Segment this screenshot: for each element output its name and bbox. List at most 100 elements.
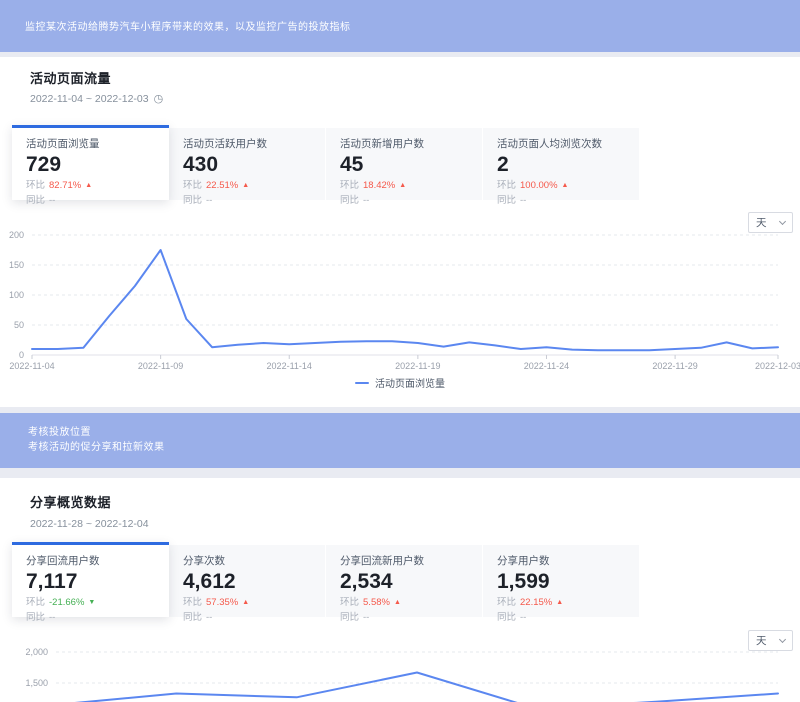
- mom-label: 环比: [26, 179, 45, 192]
- arrow-down-icon: ▼: [88, 599, 95, 606]
- yoy-label: 同比: [497, 611, 516, 624]
- banner-line1: 考核投放位置: [28, 425, 800, 440]
- mom-value: 82.71%: [49, 179, 81, 192]
- mom-label: 环比: [183, 596, 202, 609]
- arrow-up-icon: ▲: [562, 182, 569, 189]
- legend-line-icon: [355, 382, 369, 384]
- yoy-value: --: [363, 611, 369, 624]
- share-return-users-line-chart[interactable]: 05001,0001,5002,0002022-11-282022-11-292…: [0, 645, 800, 702]
- mom-value: 18.42%: [363, 179, 395, 192]
- svg-text:150: 150: [9, 260, 24, 270]
- mom-row: 环比 82.71% ▲: [26, 179, 155, 192]
- mom-row: 环比 100.00% ▲: [497, 179, 625, 192]
- page-title-activity-traffic: 活动页面流量: [30, 68, 111, 87]
- card-value: 1,599: [497, 570, 625, 594]
- mom-label: 环比: [497, 179, 516, 192]
- dashboard-page: 监控某次活动给腾势汽车小程序带来的效果，以及监控广告的投放指标 活动页面流量 2…: [0, 0, 800, 702]
- yoy-value: --: [49, 611, 55, 624]
- card-label: 活动页活跃用户数: [183, 136, 311, 151]
- svg-text:2022-11-19: 2022-11-19: [395, 361, 440, 371]
- card-value: 7,117: [26, 570, 155, 594]
- chart-legend[interactable]: 活动页面浏览量: [0, 375, 800, 390]
- svg-text:2022-11-04: 2022-11-04: [9, 361, 54, 371]
- date-range-text: 2022-11-28 ~ 2022-12-04: [30, 518, 149, 530]
- info-banner-top: 监控某次活动给腾势汽车小程序带来的效果，以及监控广告的投放指标: [0, 0, 800, 52]
- mom-row: 环比-21.66%▼: [26, 596, 155, 609]
- card-value: 729: [26, 153, 155, 177]
- metric-card[interactable]: 活动页面浏览量729环比82.71%▲同比--: [12, 125, 169, 200]
- mom-row: 环比22.51%▲: [183, 179, 311, 192]
- card-value: 2,534: [340, 570, 468, 594]
- svg-text:2022-11-14: 2022-11-14: [267, 361, 312, 371]
- banner-line2: 考核活动的促分享和拉新效果: [28, 440, 800, 455]
- metric-card[interactable]: 活动页新增用户数45环比18.42%▲同比--: [326, 128, 483, 200]
- svg-text:2022-11-09: 2022-11-09: [138, 361, 183, 371]
- date-range-row: 2022-11-28 ~ 2022-12-04: [30, 518, 149, 530]
- mom-row: 环比 5.58% ▲: [340, 596, 468, 609]
- banner-text: 监控某次活动给腾势汽车小程序带来的效果，以及监控广告的投放指标: [25, 18, 800, 33]
- card-label: 分享用户数: [497, 553, 625, 568]
- page-title-share-overview: 分享概览数据: [30, 492, 111, 511]
- arrow-up-icon: ▲: [394, 599, 401, 606]
- mom-row: 环比18.42%▲: [340, 179, 468, 192]
- yoy-label: 同比: [340, 194, 359, 207]
- mom-label: 环比: [26, 596, 45, 609]
- metric-card[interactable]: 分享次数4,612环比57.35%▲同比--: [169, 545, 326, 617]
- yoy-value: --: [520, 611, 526, 624]
- chevron-down-icon: [779, 635, 786, 642]
- arrow-up-icon: ▲: [242, 182, 249, 189]
- chevron-down-icon: [779, 217, 786, 224]
- yoy-label: 同比: [183, 611, 202, 624]
- mom-row: 环比 57.35% ▲: [183, 596, 311, 609]
- date-range-row: 2022-11-04 ~ 2022-12-03 ◷: [30, 93, 163, 105]
- card-value: 45: [340, 153, 468, 177]
- share-overview-panel: 分享概览数据 2022-11-28 ~ 2022-12-04 分享回流用户数 7,…: [0, 478, 800, 702]
- arrow-up-icon: ▲: [85, 182, 92, 189]
- yoy-row: 同比--: [497, 194, 625, 207]
- metric-card[interactable]: 活动页活跃用户数430环比22.51%▲同比--: [169, 128, 326, 200]
- info-banner-middle: 考核投放位置 考核活动的促分享和拉新效果: [0, 413, 800, 468]
- svg-text:100: 100: [9, 290, 24, 300]
- card-label: 分享回流新用户数: [340, 553, 468, 568]
- card-label: 分享回流用户数: [26, 553, 155, 568]
- metric-card[interactable]: 分享回流用户数7,117环比-21.66%▼同比--: [12, 542, 169, 617]
- yoy-row: 同比--: [183, 611, 311, 624]
- card-label: 分享次数: [183, 553, 311, 568]
- yoy-row: 同比--: [340, 611, 468, 624]
- mom-value: 100.00%: [520, 179, 558, 192]
- activity-traffic-panel: 活动页面流量 2022-11-04 ~ 2022-12-03 ◷ 活动页面浏览量…: [0, 57, 800, 407]
- mom-value: 57.35%: [206, 596, 238, 609]
- date-range-text: 2022-11-04 ~ 2022-12-03: [30, 93, 149, 105]
- legend-label: 活动页面浏览量: [375, 375, 445, 390]
- svg-text:0: 0: [19, 350, 24, 360]
- yoy-value: --: [49, 194, 55, 207]
- mom-label: 环比: [340, 596, 359, 609]
- arrow-up-icon: ▲: [242, 599, 249, 606]
- arrow-up-icon: ▲: [399, 182, 406, 189]
- yoy-label: 同比: [183, 194, 202, 207]
- yoy-value: --: [520, 194, 526, 207]
- clock-icon: ◷: [154, 94, 164, 105]
- mom-value: 22.51%: [206, 179, 238, 192]
- arrow-up-icon: ▲: [556, 599, 563, 606]
- mom-value: 5.58%: [363, 596, 390, 609]
- metric-card[interactable]: 分享用户数1,599环比22.15%▲同比--: [483, 545, 640, 617]
- yoy-row: 同比 --: [26, 194, 155, 207]
- svg-text:200: 200: [9, 230, 24, 240]
- mom-value: 22.15%: [520, 596, 552, 609]
- svg-text:50: 50: [14, 320, 24, 330]
- yoy-value: --: [363, 194, 369, 207]
- card-value: 2: [497, 153, 625, 177]
- svg-text:2022-11-24: 2022-11-24: [524, 361, 569, 371]
- card-label: 活动页面人均浏览次数: [497, 136, 625, 151]
- svg-text:2022-12-03: 2022-12-03: [755, 361, 800, 371]
- metric-card[interactable]: 活动页面人均浏览次数2环比100.00%▲同比--: [483, 128, 640, 200]
- metric-card[interactable]: 分享回流新用户数2,534环比5.58%▲同比--: [326, 545, 483, 617]
- mom-label: 环比: [497, 596, 516, 609]
- yoy-row: 同比 --: [497, 611, 625, 624]
- card-value: 4,612: [183, 570, 311, 594]
- metric-card-row: 分享回流用户数7,117环比-21.66%▼同比--分享次数4,612环比57.…: [12, 542, 640, 617]
- metric-card-row: 活动页面浏览量729环比82.71%▲同比--活动页活跃用户数430环比22.5…: [12, 125, 640, 200]
- mom-row: 环比 22.15% ▲: [497, 596, 625, 609]
- yoy-label: 同比: [26, 194, 45, 207]
